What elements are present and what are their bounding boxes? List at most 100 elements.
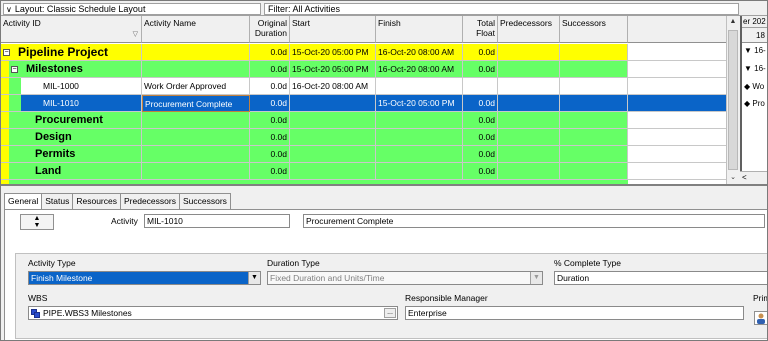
row-id-text: MIL-1000 xyxy=(43,81,79,91)
milestone-diamond-icon: ◆ xyxy=(744,82,751,91)
cell-successors xyxy=(560,78,628,95)
gantt-item: ▼ 16- xyxy=(744,64,766,73)
row-float-text: 0.0d xyxy=(478,64,495,74)
tab-general[interactable]: General xyxy=(4,193,43,210)
row-id-text: Pipeline Project xyxy=(18,45,109,59)
gantt-chart-panel[interactable]: er 202 18 ▼ 16- ▼ 16- ◆ Wo ◆ Pro xyxy=(740,16,767,184)
cell-float: 0.0d xyxy=(463,129,498,146)
row-duration-text: 0.0d xyxy=(270,166,287,176)
collapse-icon[interactable]: − xyxy=(11,65,18,73)
table-row-activity-selected[interactable]: MIL-1010 Procurement Complete 0.0d 15-Oc… xyxy=(1,95,739,112)
cell-successors xyxy=(560,112,628,129)
table-row-wbs[interactable]: − Milestones 0.0d 15-Oct-20 05:00 PM 16-… xyxy=(1,61,739,78)
cell-successors xyxy=(560,146,628,163)
column-label: Activity ID xyxy=(3,18,41,28)
scroll-left-icon[interactable]: < xyxy=(742,173,747,182)
row-id-text: Procurement xyxy=(35,114,103,126)
cell-activity-name[interactable]: Procurement Complete xyxy=(142,95,250,112)
column-header-original-duration[interactable]: Original Duration xyxy=(250,16,290,43)
row-float-text: 0.0d xyxy=(478,98,495,108)
column-header-predecessors[interactable]: Predecessors xyxy=(498,16,560,43)
cell-successors xyxy=(560,44,628,61)
indent-bar xyxy=(9,95,21,112)
cell-duration: 0.0d xyxy=(250,61,290,78)
layout-label: Layout: Classic Schedule Layout xyxy=(14,4,146,14)
activity-type-select[interactable]: Finish Milestone ▼ xyxy=(28,271,261,285)
gantt-item: ◆ Pro xyxy=(744,99,765,108)
chevron-down-icon[interactable]: ▼ xyxy=(248,272,260,284)
activity-id-field[interactable]: MIL-1010 xyxy=(144,214,290,228)
column-label: Finish xyxy=(378,18,401,28)
filter-selector[interactable]: Filter: All Activities xyxy=(264,3,739,15)
gantt-item-label: 16- xyxy=(754,64,766,73)
activity-name-field[interactable]: Procurement Complete xyxy=(303,214,765,228)
triangle-down-icon: ▼ xyxy=(744,46,752,55)
column-label: Original Duration xyxy=(254,18,287,38)
activity-stepper[interactable]: ▲ ▼ xyxy=(20,214,54,230)
tab-status[interactable]: Status xyxy=(41,193,74,209)
row-duration-text: 0.0d xyxy=(270,64,287,74)
tab-successors[interactable]: Successors xyxy=(178,193,231,209)
step-down-icon[interactable]: ▼ xyxy=(21,222,53,229)
step-up-icon[interactable]: ▲ xyxy=(21,215,53,222)
cell-predecessors xyxy=(498,112,560,129)
scroll-down-icon[interactable]: ⌄ xyxy=(727,172,739,184)
row-id-text: Permits xyxy=(35,148,76,160)
cell-activity-name xyxy=(142,163,250,180)
column-header-activity-name[interactable]: Activity Name xyxy=(142,16,250,43)
cell-duration: 0.0d xyxy=(250,129,290,146)
table-row-wbs[interactable]: Land 0.0d 0.0d xyxy=(1,163,739,180)
column-header-successors[interactable]: Successors xyxy=(560,16,628,43)
cell-start xyxy=(290,129,376,146)
cell-activity-id: − Milestones xyxy=(9,61,142,78)
gantt-horizontal-scrollbar[interactable]: < xyxy=(740,171,767,184)
column-header-total-float[interactable]: Total Float xyxy=(463,16,498,43)
column-header-start[interactable]: Start xyxy=(290,16,376,43)
row-id-text: MIL-1010 xyxy=(43,98,79,108)
indent-bar xyxy=(9,78,21,95)
activity-label: Activity xyxy=(111,216,138,226)
duration-type-value: Fixed Duration and Units/Time xyxy=(270,273,385,283)
table-row-wbs[interactable]: Permits 0.0d 0.0d xyxy=(1,146,739,163)
table-row-activity[interactable]: MIL-1000 Work Order Approved 0.0d 16-Oct… xyxy=(1,78,739,95)
row-duration-text: 0.0d xyxy=(270,47,287,57)
wbs-value: PIPE.WBS3 Milestones xyxy=(43,308,132,318)
tab-predecessors[interactable]: Predecessors xyxy=(120,193,180,209)
gantt-item-label: Pro xyxy=(752,99,765,108)
row-duration-text: 0.0d xyxy=(270,115,287,125)
cell-float: 0.0d xyxy=(463,61,498,78)
cell-filler xyxy=(628,78,726,95)
cell-activity-id: MIL-1010 xyxy=(21,95,142,112)
row-name-text: Work Order Approved xyxy=(144,81,227,91)
column-header-filler xyxy=(628,16,726,43)
cell-duration: 0.0d xyxy=(250,44,290,61)
vertical-scrollbar[interactable]: ▲ ⌄ xyxy=(726,16,739,184)
row-duration-text: 0.0d xyxy=(270,98,287,108)
layout-selector[interactable]: ∨ Layout: Classic Schedule Layout xyxy=(3,3,261,15)
column-header-activity-id[interactable]: Activity ID ▽ xyxy=(1,16,142,43)
tab-resources[interactable]: Resources xyxy=(72,193,121,209)
user-icon[interactable] xyxy=(754,311,767,325)
table-row-project[interactable]: − Pipeline Project 0.0d 15-Oct-20 05:00 … xyxy=(1,44,739,61)
indent-bar xyxy=(1,78,9,95)
row-float-text: 0.0d xyxy=(478,132,495,142)
column-header-finish[interactable]: Finish xyxy=(376,16,463,43)
collapse-icon[interactable]: − xyxy=(3,48,10,56)
cell-float: 0.0d xyxy=(463,112,498,129)
cell-float: 0.0d xyxy=(463,163,498,180)
scroll-up-icon[interactable]: ▲ xyxy=(727,16,739,28)
activity-details-panel: General Status Resources Predecessors Su… xyxy=(1,184,767,340)
scroll-thumb[interactable] xyxy=(728,30,738,170)
gantt-item: ▼ 16- xyxy=(744,46,766,55)
table-row-wbs[interactable]: Procurement 0.0d 0.0d xyxy=(1,112,739,129)
cell-finish: 15-Oct-20 05:00 PM xyxy=(376,95,463,112)
cell-successors xyxy=(560,61,628,78)
responsible-manager-label: Responsible Manager xyxy=(405,293,488,303)
table-row-wbs[interactable]: Design 0.0d 0.0d xyxy=(1,129,739,146)
wbs-field[interactable]: PIPE.WBS3 Milestones ... xyxy=(28,306,398,320)
column-label: Total Float xyxy=(476,18,495,38)
ellipsis-button[interactable]: ... xyxy=(384,308,396,318)
pct-complete-type-select[interactable]: Duration xyxy=(554,271,767,285)
responsible-manager-field[interactable]: Enterprise xyxy=(405,306,744,320)
cell-duration: 0.0d xyxy=(250,95,290,112)
